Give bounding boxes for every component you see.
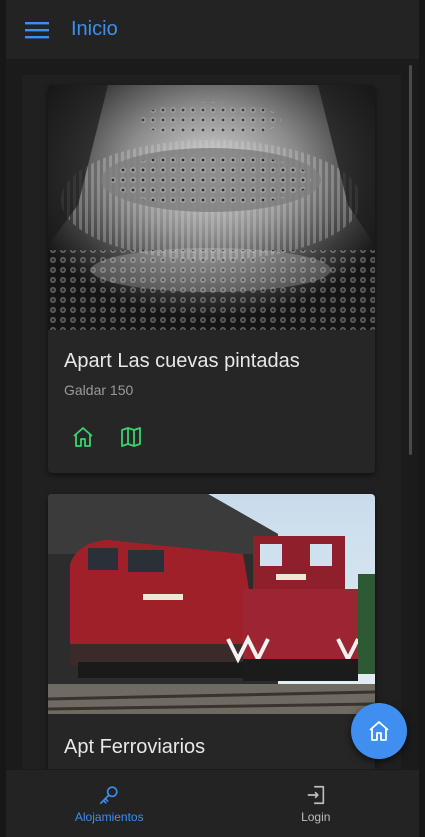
view-map-button[interactable] bbox=[114, 420, 148, 454]
listing-card[interactable]: Apart Las cuevas pintadas Galdar 150 bbox=[48, 85, 375, 473]
view-listing-button[interactable] bbox=[66, 420, 100, 454]
nav-alojamientos[interactable]: Alojamientos bbox=[6, 770, 213, 837]
listing-title: Apart Las cuevas pintadas bbox=[64, 350, 300, 372]
listing-title: Apt Ferroviarios bbox=[64, 736, 206, 758]
red-locomotives-image bbox=[48, 494, 375, 714]
bottom-navigation: Alojamientos Login bbox=[6, 769, 419, 837]
listing-actions bbox=[66, 420, 375, 454]
nav-label: Alojamientos bbox=[74, 809, 144, 824]
content-area[interactable]: Apart Las cuevas pintadas Galdar 150 Apt… bbox=[6, 60, 419, 769]
home-fab-button[interactable] bbox=[351, 703, 407, 759]
map-icon bbox=[121, 427, 141, 447]
login-icon bbox=[307, 785, 324, 804]
nav-login[interactable]: Login bbox=[213, 770, 420, 837]
hamburger-menu-icon bbox=[25, 21, 49, 38]
home-icon bbox=[73, 427, 93, 447]
page-title: Inicio bbox=[71, 18, 118, 40]
fractal-cave-image bbox=[48, 85, 375, 330]
listing-address: Galdar 150 bbox=[64, 382, 134, 398]
app-bar: Inicio bbox=[6, 0, 419, 60]
key-icon bbox=[100, 785, 118, 804]
scrollbar[interactable] bbox=[409, 65, 412, 455]
menu-button[interactable] bbox=[12, 0, 62, 60]
listing-card[interactable]: Apt Ferroviarios bbox=[48, 494, 375, 769]
home-icon bbox=[369, 721, 389, 741]
nav-label: Login bbox=[301, 809, 331, 824]
